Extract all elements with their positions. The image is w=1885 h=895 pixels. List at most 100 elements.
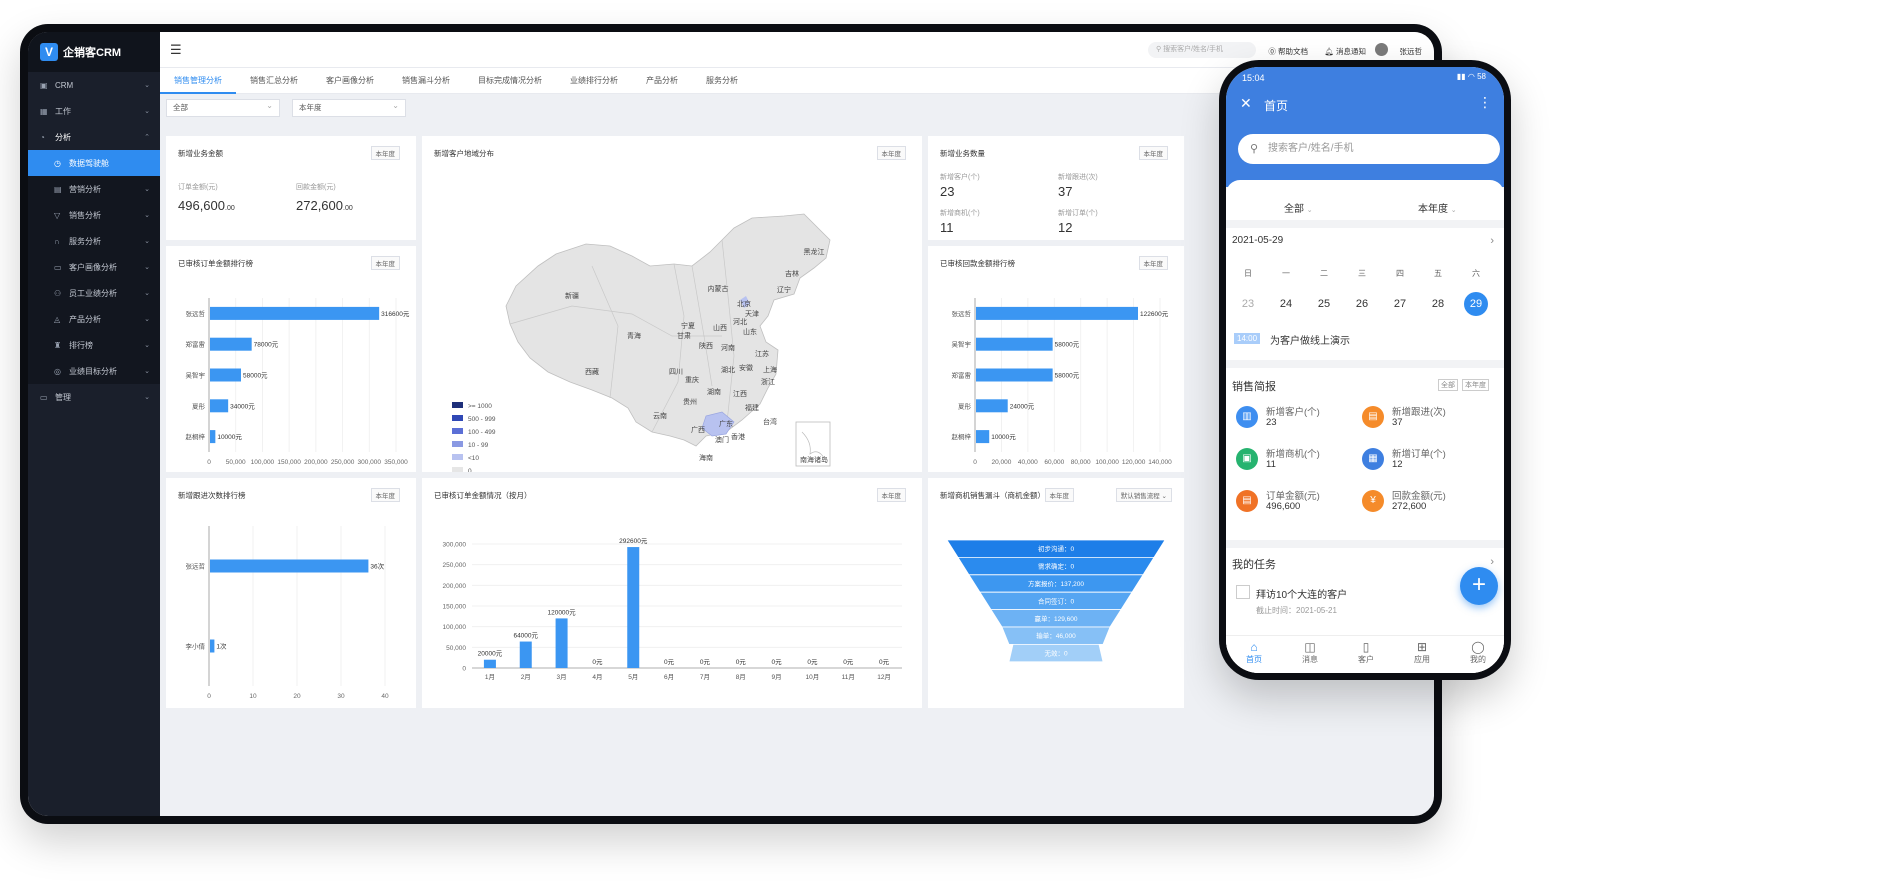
chevron-down-icon: ⌄: [144, 108, 150, 115]
calendar-day[interactable]: 26: [1350, 292, 1374, 316]
chip-year[interactable]: 本年度: [1462, 379, 1489, 391]
calendar-day[interactable]: 29: [1464, 292, 1488, 316]
calendar-day[interactable]: 24: [1274, 292, 1298, 316]
notification-link[interactable]: 🔔︎ 消息通知: [1324, 46, 1366, 57]
legend-swatch: [452, 467, 463, 472]
sidebar-item[interactable]: ♜ 排行榜 ⌄: [28, 332, 160, 358]
bar[interactable]: [210, 430, 216, 444]
tick-label: 250,000: [331, 459, 355, 466]
status-icons: ▮▮ ◠ 58: [1456, 72, 1486, 81]
help-link[interactable]: ⓪ 帮助文档: [1268, 46, 1308, 57]
bar[interactable]: [976, 430, 990, 444]
sidebar-item[interactable]: ▭ 管理 ⌄: [28, 384, 160, 410]
province-label: 江西: [733, 390, 747, 398]
chevron-right-icon[interactable]: ›: [1490, 235, 1494, 247]
bar[interactable]: [210, 306, 380, 320]
avatar[interactable]: [1375, 43, 1388, 56]
global-search-input[interactable]: ⚲ 搜索客户/姓名/手机: [1148, 42, 1256, 58]
sidebar-item-label: 员工业绩分析: [69, 288, 117, 298]
calendar-day[interactable]: 27: [1388, 292, 1412, 316]
bar[interactable]: [210, 559, 369, 573]
mobile-scope-select[interactable]: 全部 ⌄: [1284, 200, 1313, 215]
sidebar-item[interactable]: ◷ 数据驾驶舱: [28, 150, 160, 176]
sidebar-item[interactable]: ▦ 工作 ⌄: [28, 98, 160, 124]
task-checkbox[interactable]: [1236, 585, 1250, 599]
tab-item[interactable]: 销售汇总分析: [236, 68, 312, 94]
sidebar-item[interactable]: ◔ 分析 ⌃: [28, 124, 160, 150]
tabbar-label: 首页: [1246, 655, 1262, 664]
bar[interactable]: [210, 399, 229, 413]
tab-item[interactable]: 服务分析: [692, 68, 752, 94]
calendar-day[interactable]: 23: [1236, 292, 1260, 316]
tabbar-item[interactable]: ⌂ 首页: [1234, 640, 1274, 665]
chevron-down-icon: ⌄: [144, 316, 150, 323]
bar[interactable]: [519, 641, 532, 668]
sidebar-item[interactable]: ◎ 业绩目标分析 ⌄: [28, 358, 160, 384]
tab-item[interactable]: 销售漏斗分析: [388, 68, 464, 94]
tabbar-item[interactable]: ▯ 客户: [1346, 640, 1386, 665]
weekday-label: 一: [1282, 269, 1290, 278]
bar[interactable]: [210, 337, 252, 351]
close-icon[interactable]: ✕: [1240, 95, 1252, 112]
bar[interactable]: [976, 399, 1008, 413]
card-sales-funnel: 新增商机销售漏斗（商机金额） 本年度 默认销售流程 ⌄ 初步沟通：0 需求确定：0…: [928, 478, 1184, 708]
tabbar-item[interactable]: ⊞ 应用: [1402, 640, 1442, 665]
category-label: 吴智宇: [952, 340, 972, 349]
sidebar-item[interactable]: ▽ 销售分析 ⌄: [28, 202, 160, 228]
gift-icon: ▤: [54, 184, 62, 194]
count-stat-value: 11: [940, 220, 954, 235]
scope-select[interactable]: 全部: [166, 98, 280, 117]
data-label: 0元: [843, 658, 854, 666]
sidebar-item[interactable]: ▣ CRM ⌄: [28, 72, 160, 98]
stat-label: 新增商机(个): [1266, 449, 1320, 460]
tabbar-item[interactable]: ◯ 我的: [1458, 640, 1498, 665]
mobile-period-select[interactable]: 本年度 ⌄: [1418, 200, 1457, 215]
calendar-day[interactable]: 25: [1312, 292, 1336, 316]
event-title[interactable]: 为客户做线上演示: [1270, 332, 1350, 347]
mobile-search-input[interactable]: ⚲ 搜索客户/姓名/手机: [1238, 134, 1500, 164]
period-tag[interactable]: 本年度: [370, 146, 400, 160]
card-followup-ranking: 新增跟进次数排行榜 本年度 0 10 20 30 40 张远哲 36次 李小倩 1次: [166, 478, 416, 708]
sidebar-item[interactable]: ◬ 产品分析 ⌄: [28, 306, 160, 332]
divider: [1226, 220, 1504, 228]
province-label: 宁夏: [681, 321, 695, 330]
event-time: 14:00: [1234, 333, 1261, 344]
bar[interactable]: [483, 659, 496, 668]
category-label: 4月: [592, 673, 602, 681]
tab-item[interactable]: 产品分析: [632, 68, 692, 94]
sidebar-item[interactable]: ▤ 营销分析 ⌄: [28, 176, 160, 202]
tab-item[interactable]: 销售管理分析: [160, 68, 236, 94]
legend-label: <10: [468, 455, 479, 462]
bar[interactable]: [210, 368, 241, 382]
bar[interactable]: [976, 368, 1053, 382]
more-vertical-icon[interactable]: ⋮: [1478, 94, 1492, 111]
bar[interactable]: [627, 547, 640, 668]
chevron-right-icon[interactable]: ›: [1490, 556, 1494, 568]
user-name[interactable]: 张远哲: [1400, 46, 1423, 57]
menu-toggle-icon[interactable]: ☰: [170, 42, 182, 58]
tabbar-item[interactable]: ◫ 消息: [1290, 640, 1330, 665]
bar[interactable]: [555, 618, 568, 668]
tab-item[interactable]: 客户画像分析: [312, 68, 388, 94]
calendar-day[interactable]: 28: [1426, 292, 1450, 316]
bar[interactable]: [976, 306, 1139, 320]
category-label: 夏彤: [192, 402, 206, 410]
tab-item[interactable]: 业绩排行分析: [556, 68, 632, 94]
period-tag[interactable]: 本年度: [1138, 146, 1168, 160]
data-label: 0元: [592, 658, 603, 666]
add-button[interactable]: +: [1460, 567, 1498, 605]
sidebar-item[interactable]: ∩ 服务分析 ⌄: [28, 228, 160, 254]
bar[interactable]: [210, 639, 215, 653]
calendar-date[interactable]: 2021-05-29: [1232, 235, 1283, 246]
sidebar-item[interactable]: ▭ 客户画像分析 ⌄: [28, 254, 160, 280]
chevron-down-icon: ⌄: [144, 290, 150, 297]
period-select[interactable]: 本年度: [292, 98, 406, 117]
province-label: 澳门: [715, 435, 729, 444]
task-title[interactable]: 拜访10个大连的客户: [1256, 586, 1347, 601]
province-label: 四川: [669, 368, 683, 376]
bar[interactable]: [976, 337, 1053, 351]
tab-item[interactable]: 目标完成情况分析: [464, 68, 556, 94]
chip-all[interactable]: 全部: [1438, 379, 1458, 391]
sidebar-item[interactable]: ⚇ 员工业绩分析 ⌄: [28, 280, 160, 306]
sidebar-item-label: 客户画像分析: [69, 262, 117, 272]
